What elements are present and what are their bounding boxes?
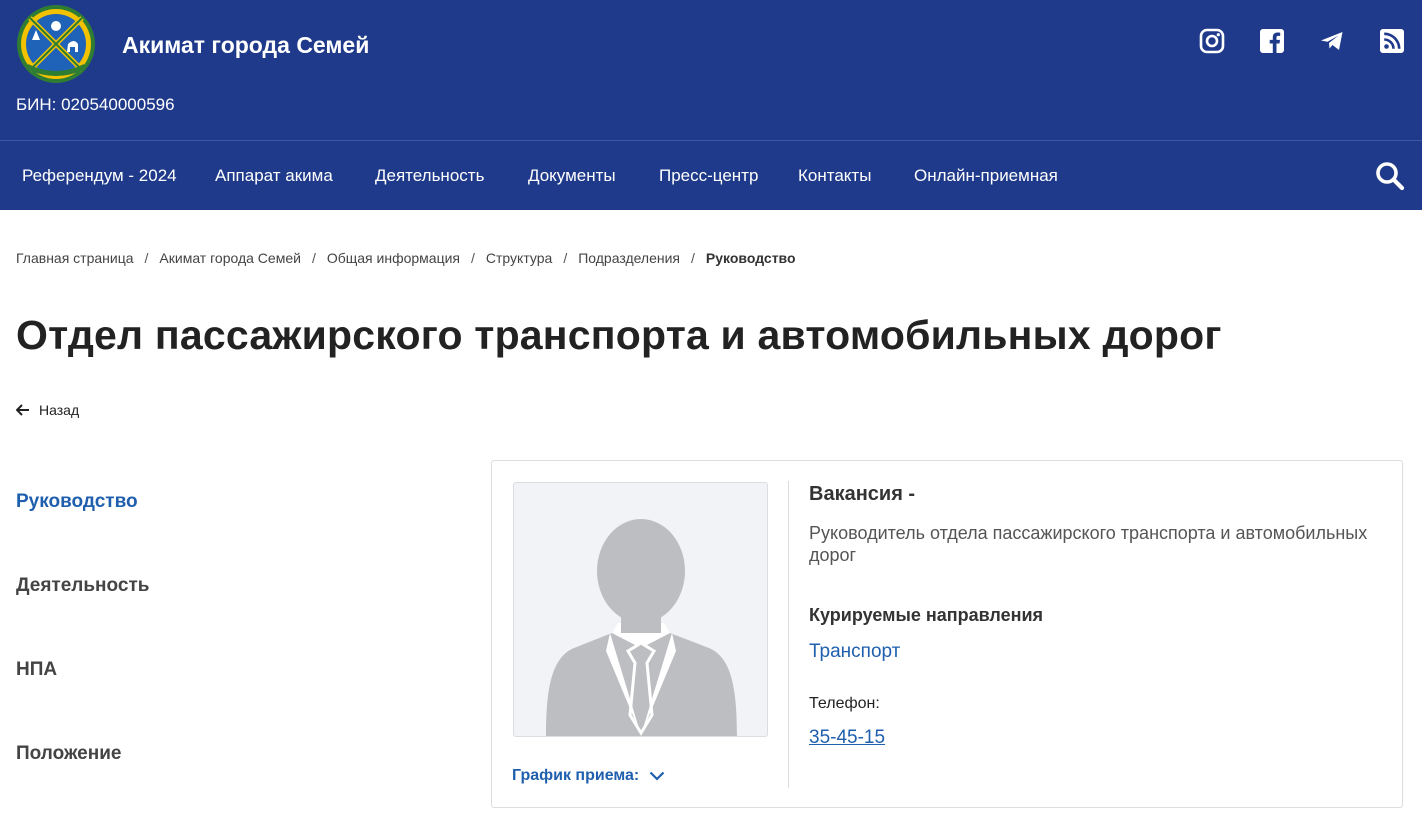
breadcrumb-current: Руководство bbox=[705, 250, 796, 266]
page-title: Отдел пассажирского транспорта и автомоб… bbox=[16, 312, 1222, 358]
phone-label: Телефон: bbox=[809, 695, 880, 712]
breadcrumb-separator: / bbox=[471, 250, 475, 266]
city-emblem-logo[interactable] bbox=[16, 4, 96, 84]
instagram-icon[interactable] bbox=[1199, 28, 1225, 54]
sidebar-item-activity[interactable]: Деятельность bbox=[16, 575, 149, 597]
avatar-placeholder bbox=[513, 482, 768, 737]
search-icon[interactable] bbox=[1374, 160, 1406, 192]
breadcrumb-home[interactable]: Главная страница bbox=[16, 250, 134, 266]
main-navigation: Референдум - 2024 Аппарат акима Деятельн… bbox=[0, 140, 1422, 210]
phone-link[interactable]: 35-45-15 bbox=[809, 727, 885, 749]
sidebar-item-regulation[interactable]: Положение bbox=[16, 743, 121, 765]
sidebar-item-npa[interactable]: НПА bbox=[16, 659, 57, 681]
curated-directions-heading: Курируемые направления bbox=[809, 605, 1044, 625]
telegram-icon[interactable] bbox=[1319, 28, 1345, 54]
arrow-left-icon bbox=[16, 404, 29, 416]
nav-item-press-center[interactable]: Пресс-центр bbox=[659, 166, 758, 186]
position-title: Руководитель отдела пассажирского трансп… bbox=[809, 523, 1368, 565]
breadcrumb-general-info[interactable]: Общая информация bbox=[327, 250, 460, 266]
bin-number: БИН: 020540000596 bbox=[16, 95, 175, 114]
nav-item-activity[interactable]: Деятельность bbox=[375, 166, 484, 186]
nav-item-online-reception[interactable]: Онлайн-приемная bbox=[914, 166, 1058, 186]
rss-icon[interactable] bbox=[1379, 28, 1405, 54]
schedule-label: График приема: bbox=[512, 767, 640, 784]
person-silhouette-icon bbox=[546, 519, 737, 736]
leader-card: График приема: Вакансия - Руководитель о… bbox=[491, 460, 1403, 808]
direction-link-transport[interactable]: Транспорт bbox=[809, 641, 900, 663]
back-link-label: Назад bbox=[39, 402, 80, 418]
site-title[interactable]: Акимат города Семей bbox=[122, 32, 369, 59]
sidebar-item-leadership[interactable]: Руководство bbox=[16, 491, 138, 513]
schedule-toggle[interactable]: График приема: bbox=[512, 767, 665, 785]
vacancy-heading: Вакансия - bbox=[809, 483, 916, 505]
breadcrumb-separator: / bbox=[691, 250, 695, 266]
chevron-down-icon bbox=[649, 771, 665, 781]
breadcrumb-structure[interactable]: Структура bbox=[486, 250, 552, 266]
breadcrumb-separator: / bbox=[563, 250, 568, 266]
breadcrumb: Главная страница / Акимат города Семей / Общ… bbox=[16, 250, 796, 266]
back-link[interactable]: Назад bbox=[16, 402, 79, 418]
breadcrumb-separator: / bbox=[144, 250, 149, 266]
nav-item-akim-office[interactable]: Аппарат акима bbox=[215, 166, 333, 186]
site-header: Акимат города Семей БИН: 020540000596 bbox=[0, 0, 1422, 140]
nav-item-contacts[interactable]: Контакты bbox=[798, 166, 871, 186]
card-divider bbox=[788, 481, 789, 788]
facebook-icon[interactable] bbox=[1259, 28, 1285, 54]
nav-item-documents[interactable]: Документы bbox=[528, 166, 616, 186]
breadcrumb-separator: / bbox=[311, 250, 316, 266]
nav-item-referendum[interactable]: Референдум - 2024 bbox=[22, 166, 177, 186]
breadcrumb-akimat[interactable]: Акимат города Семей bbox=[159, 250, 301, 266]
breadcrumb-subdivisions[interactable]: Подразделения bbox=[578, 250, 680, 266]
